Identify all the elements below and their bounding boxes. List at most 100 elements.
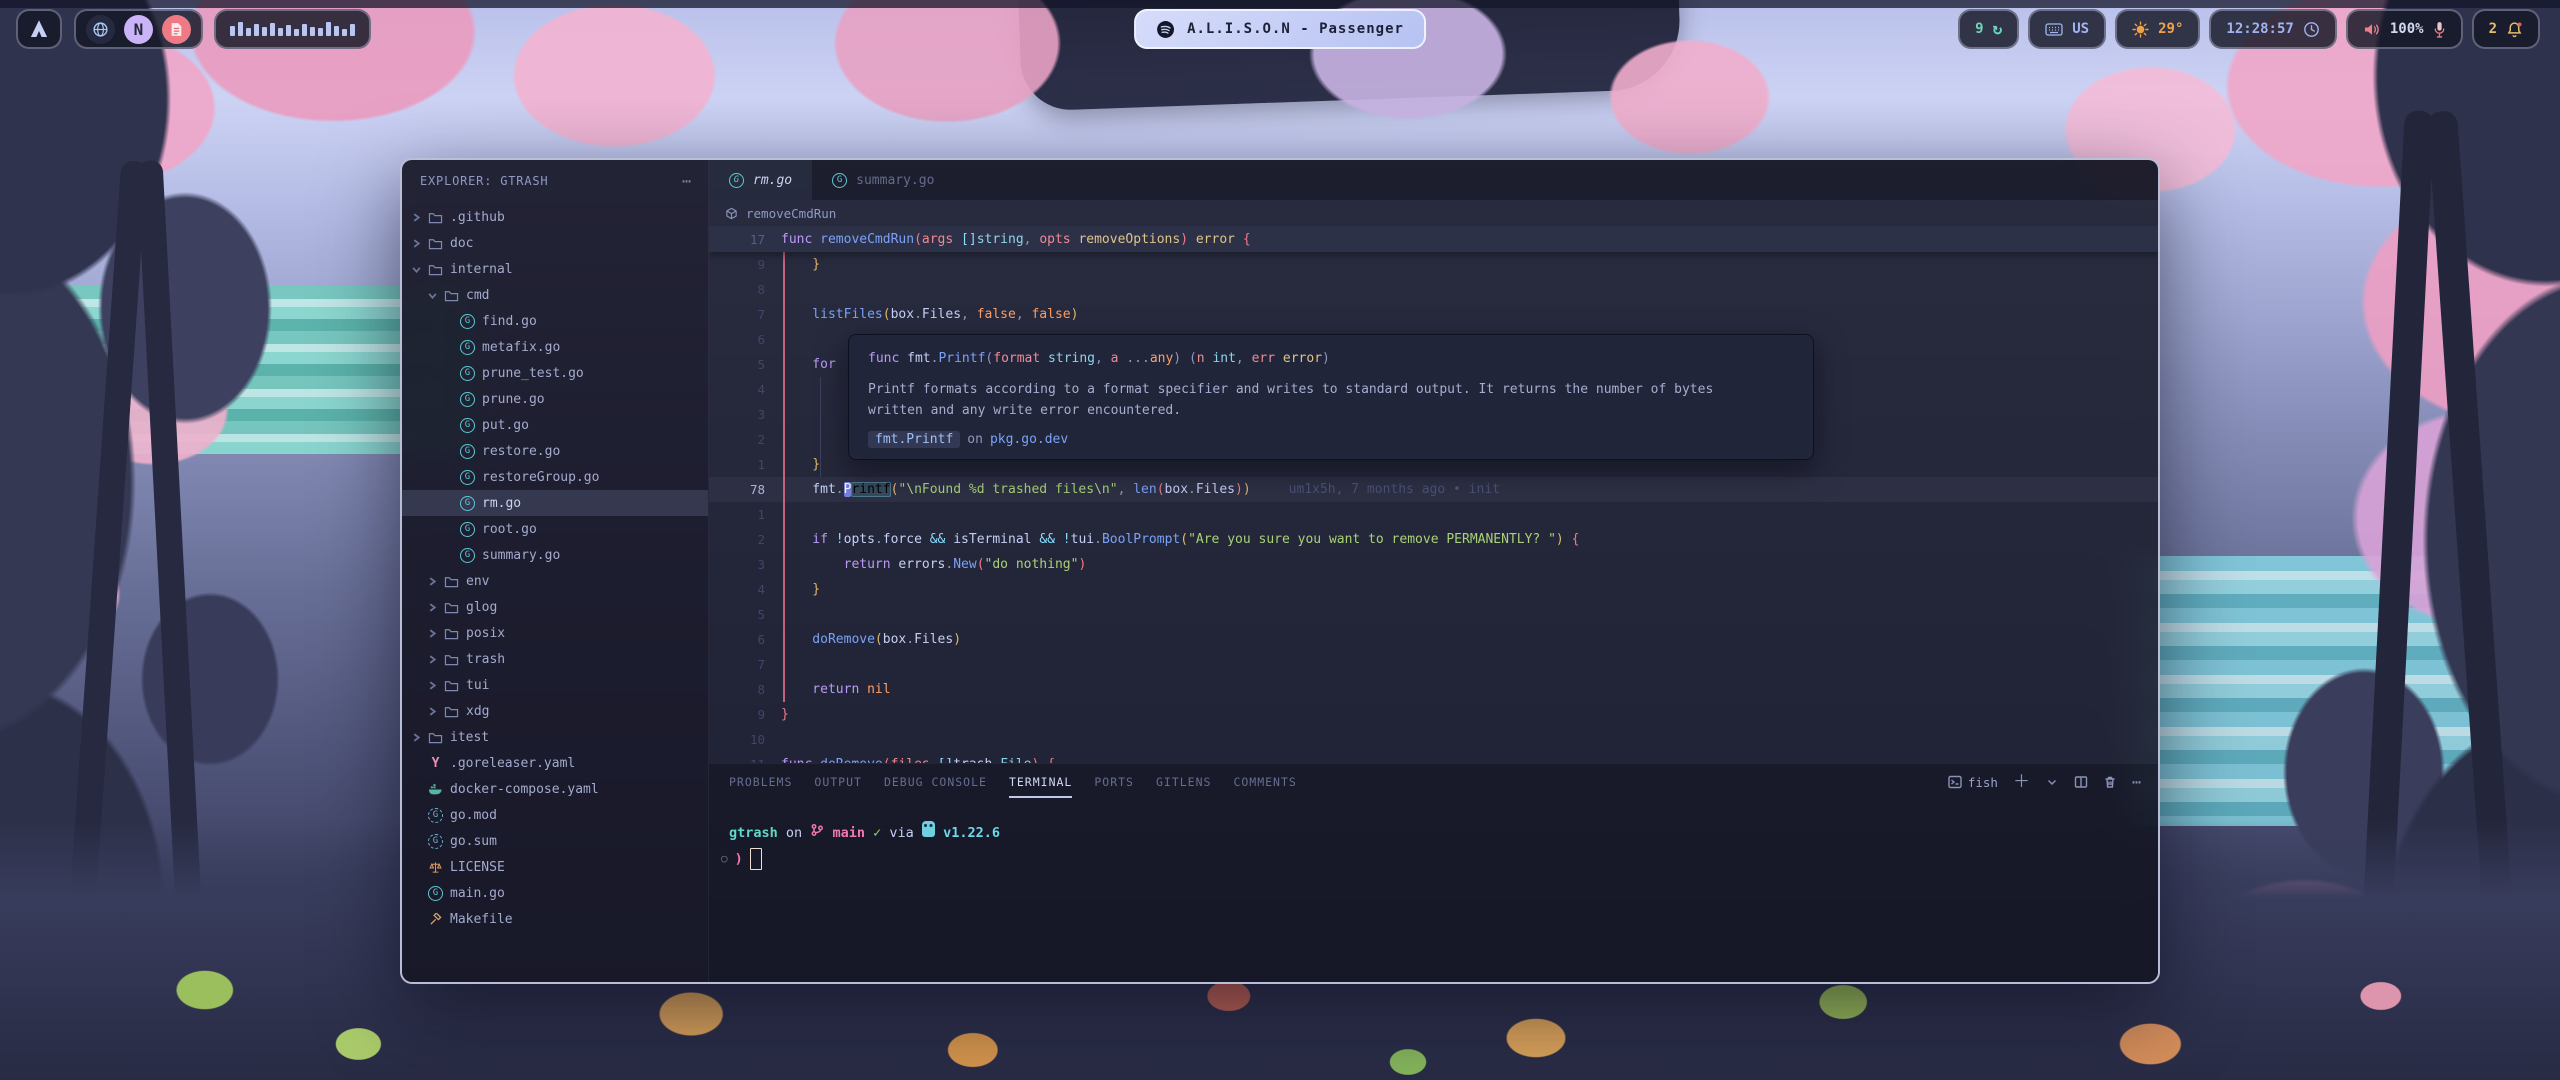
tab-summary.go[interactable]: Gsummary.go bbox=[812, 160, 954, 200]
tree-item-internal[interactable]: internal bbox=[402, 256, 708, 282]
tree-item-metafix.go[interactable]: Gmetafix.go bbox=[402, 334, 708, 360]
panel-tab-debug-console[interactable]: DEBUG CONSOLE bbox=[884, 766, 987, 798]
chevron-right-icon bbox=[412, 733, 421, 742]
code-token: errors bbox=[898, 557, 945, 572]
explorer-more-button[interactable]: ⋯ bbox=[682, 172, 692, 190]
tree-item-label: tui bbox=[466, 678, 489, 693]
updates-widget[interactable]: 9 ↻ bbox=[1958, 9, 2019, 49]
code-line[interactable]: 7 bbox=[709, 652, 2158, 677]
chevron-right-icon bbox=[428, 707, 437, 716]
code-line[interactable]: 6 doRemove(box.Files) bbox=[709, 627, 2158, 652]
split-panel-icon[interactable] bbox=[2074, 775, 2088, 789]
code-line[interactable]: 9} bbox=[709, 702, 2158, 727]
shell-name: fish bbox=[1968, 775, 1998, 790]
trash-icon[interactable] bbox=[2103, 775, 2117, 789]
code-token: format bbox=[993, 351, 1048, 366]
code-line[interactable]: 3 return errors.New("do nothing") bbox=[709, 552, 2158, 577]
tree-item-prune.go[interactable]: Gprune.go bbox=[402, 386, 708, 412]
chevron-down-icon[interactable] bbox=[2045, 775, 2059, 789]
tree-item-trash[interactable]: trash bbox=[402, 646, 708, 672]
panel-tab-comments[interactable]: COMMENTS bbox=[1233, 766, 1296, 798]
workspace-files[interactable] bbox=[162, 15, 191, 44]
panel-controls: fish ＋ ⋯ bbox=[1948, 773, 2142, 791]
code-line[interactable]: 1 bbox=[709, 502, 2158, 527]
code-line[interactable]: 5 bbox=[709, 602, 2158, 627]
breadcrumb[interactable]: removeCmdRun bbox=[709, 200, 2158, 226]
tree-item-find.go[interactable]: Gfind.go bbox=[402, 308, 708, 334]
code-token: ! bbox=[836, 532, 844, 547]
launcher-button[interactable] bbox=[16, 9, 62, 49]
code-line[interactable]: 4 } bbox=[709, 577, 2158, 602]
new-terminal-button[interactable]: ＋ bbox=[2013, 774, 2030, 791]
workspace-notes[interactable]: N bbox=[124, 15, 153, 44]
workspace-browser[interactable] bbox=[86, 15, 115, 44]
tree-item-Makefile[interactable]: Makefile bbox=[402, 906, 708, 932]
folder-icon bbox=[428, 263, 443, 276]
tree-item-itest[interactable]: itest bbox=[402, 724, 708, 750]
tree-item-put.go[interactable]: Gput.go bbox=[402, 412, 708, 438]
tree-item-.goreleaser.yaml[interactable]: Y.goreleaser.yaml bbox=[402, 750, 708, 776]
tree-item-label: trash bbox=[466, 652, 505, 667]
tree-item-label: doc bbox=[450, 236, 473, 251]
tab-rm.go[interactable]: Grm.go bbox=[709, 160, 812, 200]
clock-widget[interactable]: 12:28:57 bbox=[2209, 9, 2336, 49]
visualizer-bar bbox=[350, 24, 355, 36]
terminal[interactable]: gtrash on main ✓ via v1.22.6 bbox=[709, 800, 2158, 982]
tree-item-prune_test.go[interactable]: Gprune_test.go bbox=[402, 360, 708, 386]
tree-item-.github[interactable]: .github bbox=[402, 204, 708, 230]
tree-item-doc[interactable]: doc bbox=[402, 230, 708, 256]
panel-tab-terminal[interactable]: TERMINAL bbox=[1009, 766, 1072, 798]
panel-tab-problems[interactable]: PROBLEMS bbox=[729, 766, 792, 798]
code-line[interactable]: 7 listFiles(box.Files, false, false) bbox=[709, 302, 2158, 327]
code-token: Files bbox=[922, 307, 961, 322]
spotify-nowplaying[interactable]: A.L.I.S.O.N - Passenger bbox=[1134, 9, 1426, 49]
code-line[interactable]: 10 bbox=[709, 727, 2158, 752]
panel-tab-ports[interactable]: PORTS bbox=[1094, 766, 1134, 798]
audio-widget[interactable]: 100% bbox=[2346, 9, 2463, 49]
code-token: func bbox=[868, 351, 907, 366]
go-file-icon: G bbox=[460, 366, 475, 381]
tree-item-LICENSE[interactable]: LICENSE bbox=[402, 854, 708, 880]
tree-item-docker-compose.yaml[interactable]: docker-compose.yaml bbox=[402, 776, 708, 802]
code-line[interactable]: 8 return nil bbox=[709, 677, 2158, 702]
line-number: 11 bbox=[709, 752, 781, 763]
notifications-widget[interactable]: 2 bbox=[2472, 9, 2540, 49]
folder-icon bbox=[428, 211, 443, 224]
tree-item-env[interactable]: env bbox=[402, 568, 708, 594]
panel-tab-gitlens[interactable]: GITLENS bbox=[1156, 766, 1211, 798]
tree-item-glog[interactable]: glog bbox=[402, 594, 708, 620]
tree-item-cmd[interactable]: cmd bbox=[402, 282, 708, 308]
code-line-content: return nil bbox=[781, 677, 2158, 702]
panel-more-button[interactable]: ⋯ bbox=[2132, 773, 2142, 791]
weather-widget[interactable]: 29° bbox=[2115, 9, 2200, 49]
code-area[interactable]: 9 }87 listFiles(box.Files, false, false)… bbox=[709, 226, 2158, 763]
tree-item-label: LICENSE bbox=[450, 860, 505, 875]
tree-item-restoreGroup.go[interactable]: GrestoreGroup.go bbox=[402, 464, 708, 490]
code-line[interactable]: 2 if !opts.force && isTerminal && !tui.B… bbox=[709, 527, 2158, 552]
tree-item-xdg[interactable]: xdg bbox=[402, 698, 708, 724]
code-token: ( bbox=[914, 232, 922, 247]
visualizer-bar bbox=[294, 29, 299, 36]
code-line-content: if !opts.force && isTerminal && !tui.Boo… bbox=[781, 527, 2158, 552]
tree-item-go.mod[interactable]: Ggo.mod bbox=[402, 802, 708, 828]
code-line[interactable]: 78 fmt.Printf("\nFound %d trashed files\… bbox=[709, 477, 2158, 502]
tree-item-summary.go[interactable]: Gsummary.go bbox=[402, 542, 708, 568]
tree-item-go.sum[interactable]: Ggo.sum bbox=[402, 828, 708, 854]
tooltip-link-row: fmt.Printf on pkg.go.dev bbox=[868, 431, 1794, 448]
sticky-scroll-line[interactable]: 17func removeCmdRun(args []string, opts … bbox=[709, 226, 2158, 252]
code-line[interactable]: 8 bbox=[709, 277, 2158, 302]
tree-item-tui[interactable]: tui bbox=[402, 672, 708, 698]
tree-item-posix[interactable]: posix bbox=[402, 620, 708, 646]
code-line[interactable]: 11func doRemove(files []trash.File) { bbox=[709, 752, 2158, 763]
code-token: Printf bbox=[938, 351, 985, 366]
tree-item-main.go[interactable]: Gmain.go bbox=[402, 880, 708, 906]
code-line[interactable]: 9 } bbox=[709, 252, 2158, 277]
tree-item-restore.go[interactable]: Grestore.go bbox=[402, 438, 708, 464]
tree-item-root.go[interactable]: Groot.go bbox=[402, 516, 708, 542]
panel-tab-output[interactable]: OUTPUT bbox=[814, 766, 862, 798]
terminal-input-line[interactable]: ○ ) bbox=[721, 846, 2158, 872]
terminal-shell-badge[interactable]: fish bbox=[1948, 775, 1998, 790]
keyboard-layout-widget[interactable]: US bbox=[2028, 9, 2106, 49]
tree-item-rm.go[interactable]: Grm.go bbox=[402, 490, 708, 516]
tooltip-pkg-link[interactable]: pkg.go.dev bbox=[990, 432, 1068, 447]
